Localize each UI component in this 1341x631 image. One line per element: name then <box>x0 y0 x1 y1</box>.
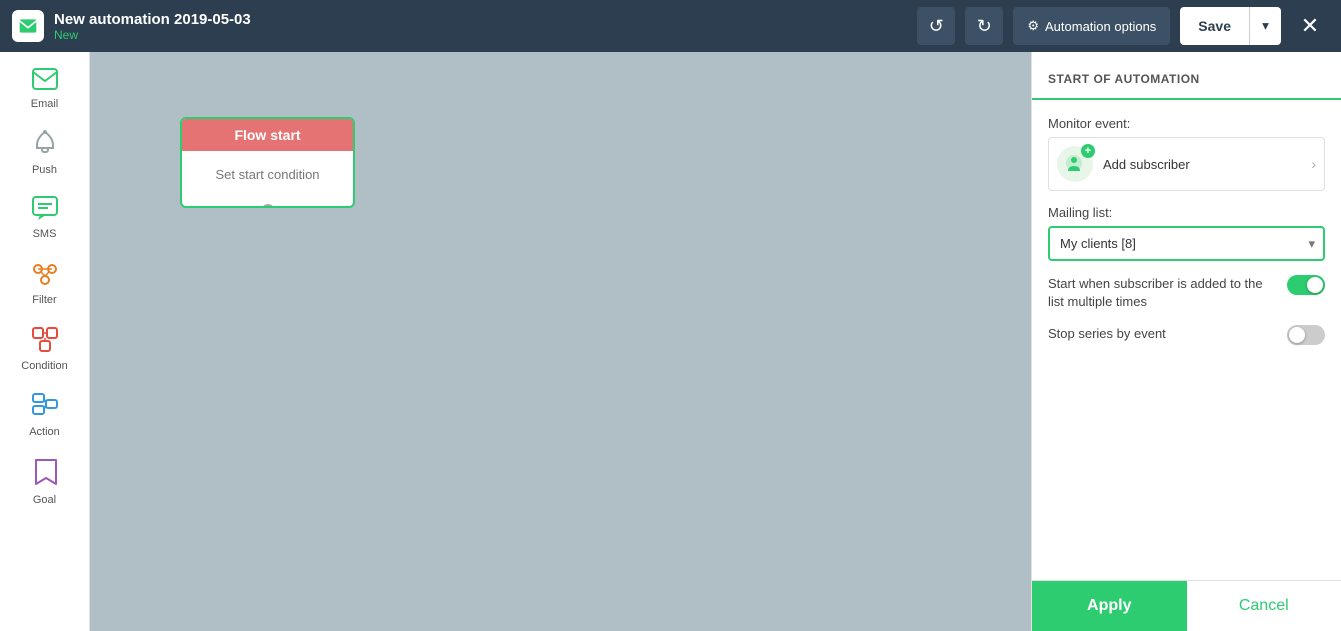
flow-card-body: Set start condition <box>182 151 353 206</box>
right-panel-footer: Apply Cancel <box>1032 580 1341 631</box>
toggle-multiple-times-row: Start when subscriber is added to the li… <box>1048 275 1325 311</box>
sidebar-item-push-label: Push <box>32 164 57 176</box>
mailing-list-label: Mailing list: <box>1048 205 1325 220</box>
sidebar-item-action-label: Action <box>29 426 60 438</box>
automation-options-button[interactable]: ⚙ Automation options <box>1013 7 1170 45</box>
flow-card-header: Flow start <box>182 119 353 151</box>
mailing-list-section: Mailing list: My clients [8] Newsletter … <box>1048 205 1325 261</box>
close-button[interactable]: ✕ <box>1291 7 1329 45</box>
condition-icon <box>31 326 59 356</box>
sidebar-item-sms[interactable]: SMS <box>10 188 80 248</box>
right-panel: START OF AUTOMATION Monitor event: + Add… <box>1031 52 1341 631</box>
main-area: Email Push SMS <box>0 52 1341 631</box>
save-group: Save ▾ <box>1180 7 1281 45</box>
monitor-event-label: Monitor event: <box>1048 116 1325 131</box>
chevron-down-icon: ▾ <box>1262 18 1269 34</box>
sidebar-item-sms-label: SMS <box>33 228 57 240</box>
sms-icon <box>32 196 58 224</box>
goal-icon <box>32 458 58 490</box>
flow-card-body-text: Set start condition <box>215 167 319 182</box>
toggle-stop-series-label: Stop series by event <box>1048 325 1277 343</box>
sidebar-item-goal[interactable]: Goal <box>10 450 80 514</box>
monitor-event-value: Add subscriber <box>1103 157 1301 172</box>
canvas: Flow start Set start condition <box>90 52 1031 631</box>
monitor-event-section: Monitor event: + Add subscriber › <box>1048 116 1325 191</box>
sidebar: Email Push SMS <box>0 52 90 631</box>
header-title-group: New automation 2019-05-03 New <box>54 11 251 42</box>
toggle-multiple-times-label: Start when subscriber is added to the li… <box>1048 275 1277 311</box>
automation-options-label: Automation options <box>1045 19 1156 34</box>
apply-button[interactable]: Apply <box>1032 581 1187 631</box>
sidebar-item-condition-label: Condition <box>21 360 67 372</box>
email-icon <box>32 68 58 94</box>
gear-icon: ⚙ <box>1027 18 1039 34</box>
sidebar-item-filter[interactable]: Filter <box>10 252 80 314</box>
toggle-stop-series[interactable] <box>1287 325 1325 345</box>
redo-button[interactable]: ↻ <box>965 7 1003 45</box>
sidebar-item-email[interactable]: Email <box>10 60 80 118</box>
save-button[interactable]: Save <box>1180 7 1249 45</box>
action-icon <box>31 392 59 422</box>
page-title: New automation 2019-05-03 <box>54 11 251 28</box>
chevron-right-icon: › <box>1311 156 1316 172</box>
toggle-multiple-times[interactable] <box>1287 275 1325 295</box>
sidebar-item-filter-label: Filter <box>32 294 56 306</box>
toggle-knob-off <box>1289 327 1305 343</box>
save-dropdown-button[interactable]: ▾ <box>1249 7 1281 45</box>
app-logo <box>12 10 44 42</box>
mailing-select-wrapper: My clients [8] Newsletter VIP clients ▾ <box>1048 226 1325 261</box>
push-icon <box>33 130 57 160</box>
sidebar-item-push[interactable]: Push <box>10 122 80 184</box>
sidebar-item-email-label: Email <box>31 98 59 110</box>
cancel-button[interactable]: Cancel <box>1187 581 1341 631</box>
toggle-knob <box>1307 277 1323 293</box>
add-icon: + <box>1081 144 1095 158</box>
right-panel-body: Monitor event: + Add subscriber › <box>1032 100 1341 580</box>
header: New automation 2019-05-03 New ↺ ↻ ⚙ Auto… <box>0 0 1341 52</box>
undo-button[interactable]: ↺ <box>917 7 955 45</box>
filter-icon <box>31 260 59 290</box>
sidebar-item-condition[interactable]: Condition <box>10 318 80 380</box>
sidebar-item-goal-label: Goal <box>33 494 56 506</box>
sidebar-item-action[interactable]: Action <box>10 384 80 446</box>
mailing-list-select[interactable]: My clients [8] Newsletter VIP clients <box>1048 226 1325 261</box>
toggle-slider-on <box>1287 275 1325 295</box>
monitor-event-row[interactable]: + Add subscriber › <box>1048 137 1325 191</box>
monitor-event-icon: + <box>1057 146 1093 182</box>
flow-start-card[interactable]: Flow start Set start condition <box>180 117 355 208</box>
page-subtitle: New <box>54 28 251 42</box>
toggle-stop-series-row: Stop series by event <box>1048 325 1325 345</box>
toggle-slider-off <box>1287 325 1325 345</box>
right-panel-header: START OF AUTOMATION <box>1032 52 1341 100</box>
right-panel-title: START OF AUTOMATION <box>1048 72 1200 86</box>
